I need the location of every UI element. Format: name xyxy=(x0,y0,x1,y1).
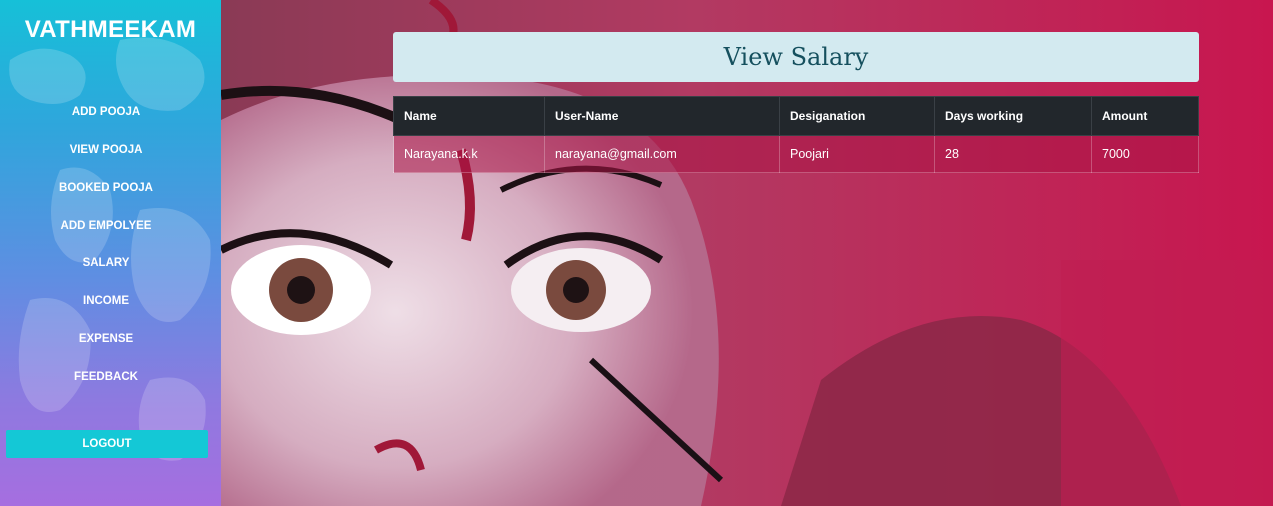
sidebar-item-income[interactable]: INCOME xyxy=(0,295,212,307)
sidebar: VATHMEEKAM ADD POOJA VIEW POOJA BOOKED P… xyxy=(0,0,221,506)
table-row: Narayana.k.k narayana@gmail.com Poojari … xyxy=(393,135,1199,173)
logout-button[interactable]: LOGOUT xyxy=(6,430,208,458)
sidebar-item-expense[interactable]: EXPENSE xyxy=(0,333,212,345)
column-header-days-working: Days working xyxy=(934,96,1092,136)
cell-amount: 7000 xyxy=(1091,135,1199,173)
cell-name: Narayana.k.k xyxy=(393,135,545,173)
sidebar-item-add-pooja[interactable]: ADD POOJA xyxy=(0,106,212,118)
app-brand[interactable]: VATHMEEKAM xyxy=(0,16,221,44)
sidebar-item-salary[interactable]: SALARY xyxy=(0,257,212,269)
cell-designation: Poojari xyxy=(779,135,935,173)
column-header-name: Name xyxy=(393,96,545,136)
column-header-designation: Desiganation xyxy=(779,96,935,136)
column-header-amount: Amount xyxy=(1091,96,1199,136)
sidebar-item-feedback[interactable]: FEEDBACK xyxy=(0,371,212,383)
main-content: View Salary Name User-Name Desiganation … xyxy=(221,0,1273,506)
cell-user-name: narayana@gmail.com xyxy=(544,135,780,173)
cell-days-working: 28 xyxy=(934,135,1092,173)
table-header-row: Name User-Name Desiganation Days working… xyxy=(393,96,1199,136)
sidebar-item-booked-pooja[interactable]: BOOKED POOJA xyxy=(0,182,212,194)
sidebar-item-add-employee[interactable]: ADD EMPOLYEE xyxy=(0,220,212,232)
sidebar-item-view-pooja[interactable]: VIEW POOJA xyxy=(0,144,212,156)
column-header-user-name: User-Name xyxy=(544,96,780,136)
page-title: View Salary xyxy=(393,32,1199,82)
salary-table: Name User-Name Desiganation Days working… xyxy=(393,96,1199,173)
